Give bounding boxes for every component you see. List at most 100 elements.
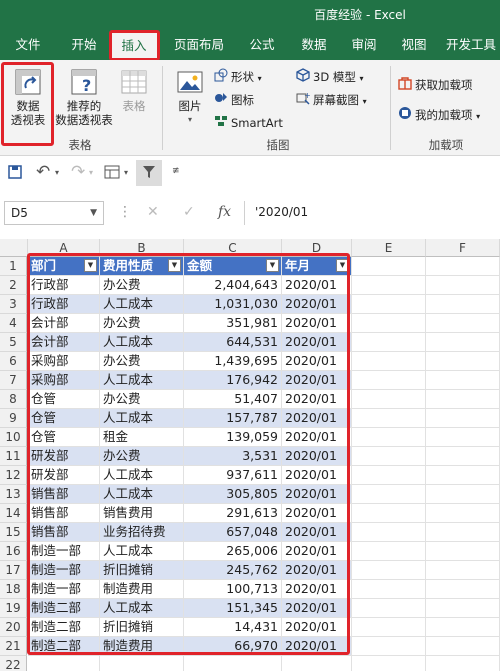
table-cell[interactable]: 采购部 bbox=[28, 352, 100, 371]
table-cell[interactable]: 制造二部 bbox=[28, 599, 100, 618]
enter-icon[interactable]: ✓ bbox=[183, 204, 195, 220]
tab-page-layout[interactable]: 页面布局 bbox=[168, 30, 230, 60]
table-cell[interactable]: 644,531 bbox=[184, 333, 282, 352]
table-header-cell[interactable]: 金额 ▼ bbox=[184, 257, 282, 276]
empty-cell[interactable] bbox=[352, 637, 426, 656]
filter-dropdown-icon[interactable]: ▼ bbox=[84, 259, 97, 272]
table-cell[interactable]: 行政部 bbox=[28, 276, 100, 295]
get-addins-button[interactable]: 获取加载项 bbox=[398, 76, 473, 94]
table-cell[interactable]: 制造二部 bbox=[28, 618, 100, 637]
table-cell[interactable]: 采购部 bbox=[28, 371, 100, 390]
tab-developer[interactable]: 开发工具 bbox=[442, 30, 500, 60]
empty-cell[interactable] bbox=[426, 656, 500, 671]
row-header[interactable]: 20 bbox=[0, 618, 27, 637]
shapes-button[interactable]: 形状 ▾ bbox=[214, 68, 262, 86]
empty-cell[interactable] bbox=[100, 656, 184, 671]
table-cell[interactable]: 人工成本 bbox=[100, 333, 184, 352]
table-header-cell[interactable]: 年月 ▼ bbox=[282, 257, 352, 276]
tab-data[interactable]: 数据 bbox=[292, 30, 336, 60]
empty-cell[interactable] bbox=[352, 428, 426, 447]
row-header[interactable]: 14 bbox=[0, 504, 27, 523]
empty-cell[interactable] bbox=[352, 333, 426, 352]
filter-dropdown-icon[interactable]: ▼ bbox=[168, 259, 181, 272]
empty-cell[interactable] bbox=[352, 447, 426, 466]
row-header[interactable]: 18 bbox=[0, 580, 27, 599]
empty-cell[interactable] bbox=[352, 295, 426, 314]
table-cell[interactable]: 折旧摊销 bbox=[100, 561, 184, 580]
table-cell[interactable]: 人工成本 bbox=[100, 371, 184, 390]
empty-cell[interactable] bbox=[426, 314, 500, 333]
icons-button[interactable]: 图标 bbox=[214, 91, 254, 109]
pivot-table-button[interactable]: 数据 透视表 bbox=[4, 68, 52, 127]
table-cell[interactable]: 研发部 bbox=[28, 466, 100, 485]
table-button[interactable]: 表格 bbox=[114, 68, 154, 113]
table-cell[interactable]: 销售部 bbox=[28, 485, 100, 504]
table-cell[interactable]: 办公费 bbox=[100, 314, 184, 333]
empty-cell[interactable] bbox=[28, 656, 100, 671]
table-cell[interactable]: 行政部 bbox=[28, 295, 100, 314]
table-cell[interactable]: 2020/01 bbox=[282, 314, 352, 333]
pictures-button[interactable]: 图片 ▾ bbox=[172, 68, 208, 127]
row-header[interactable]: 17 bbox=[0, 561, 27, 580]
row-header[interactable]: 22 bbox=[0, 656, 27, 671]
row-header[interactable]: 4 bbox=[0, 314, 27, 333]
table-cell[interactable]: 3,531 bbox=[184, 447, 282, 466]
filter-icon[interactable] bbox=[136, 160, 162, 186]
empty-cell[interactable] bbox=[352, 352, 426, 371]
row-header[interactable]: 5 bbox=[0, 333, 27, 352]
row-header[interactable]: 12 bbox=[0, 466, 27, 485]
column-header-c[interactable]: C bbox=[184, 239, 282, 257]
insert-function-icon[interactable]: fx bbox=[218, 204, 231, 220]
table-cell[interactable]: 制造二部 bbox=[28, 637, 100, 656]
table-cell[interactable]: 2020/01 bbox=[282, 523, 352, 542]
empty-cell[interactable] bbox=[426, 447, 500, 466]
table-cell[interactable]: 657,048 bbox=[184, 523, 282, 542]
table-cell[interactable]: 会计部 bbox=[28, 333, 100, 352]
table-cell[interactable]: 2020/01 bbox=[282, 637, 352, 656]
table-cell[interactable]: 人工成本 bbox=[100, 599, 184, 618]
empty-cell[interactable] bbox=[352, 523, 426, 542]
empty-cell[interactable] bbox=[426, 371, 500, 390]
table-cell[interactable]: 176,942 bbox=[184, 371, 282, 390]
table-cell[interactable]: 2020/01 bbox=[282, 333, 352, 352]
chevron-down-icon[interactable]: ▼ bbox=[90, 202, 97, 224]
table-cell[interactable]: 人工成本 bbox=[100, 485, 184, 504]
table-cell[interactable]: 157,787 bbox=[184, 409, 282, 428]
empty-cell[interactable] bbox=[184, 656, 282, 671]
table-cell[interactable]: 制造费用 bbox=[100, 637, 184, 656]
table-cell[interactable]: 2020/01 bbox=[282, 390, 352, 409]
redo-icon[interactable]: ↷ bbox=[71, 162, 85, 182]
smartart-button[interactable]: SmartArt bbox=[214, 114, 283, 132]
table-cell[interactable]: 139,059 bbox=[184, 428, 282, 447]
table-cell[interactable]: 2020/01 bbox=[282, 276, 352, 295]
table-cell[interactable]: 66,970 bbox=[184, 637, 282, 656]
column-header-b[interactable]: B bbox=[100, 239, 184, 257]
table-cell[interactable]: 1,439,695 bbox=[184, 352, 282, 371]
empty-cell[interactable] bbox=[352, 580, 426, 599]
table-cell[interactable]: 业务招待费 bbox=[100, 523, 184, 542]
row-header[interactable]: 13 bbox=[0, 485, 27, 504]
row-header[interactable]: 10 bbox=[0, 428, 27, 447]
table-cell[interactable]: 291,613 bbox=[184, 504, 282, 523]
table-cell[interactable]: 51,407 bbox=[184, 390, 282, 409]
row-header[interactable]: 16 bbox=[0, 542, 27, 561]
table-cell[interactable]: 2020/01 bbox=[282, 561, 352, 580]
table-cell[interactable]: 305,805 bbox=[184, 485, 282, 504]
table-cell[interactable]: 折旧摊销 bbox=[100, 618, 184, 637]
table-cell[interactable]: 仓管 bbox=[28, 390, 100, 409]
undo-caret-icon[interactable]: ▾ bbox=[55, 168, 59, 177]
table-cell[interactable]: 销售部 bbox=[28, 523, 100, 542]
empty-cell[interactable] bbox=[426, 618, 500, 637]
empty-cell[interactable] bbox=[352, 561, 426, 580]
row-header[interactable]: 1 bbox=[0, 257, 27, 276]
table-cell[interactable]: 2020/01 bbox=[282, 618, 352, 637]
empty-cell[interactable] bbox=[352, 618, 426, 637]
empty-cell[interactable] bbox=[426, 257, 500, 276]
empty-cell[interactable] bbox=[426, 504, 500, 523]
empty-cell[interactable] bbox=[426, 542, 500, 561]
form-caret-icon[interactable]: ▾ bbox=[124, 168, 128, 177]
recommended-pivot-button[interactable]: ? 推荐的 数据透视表 bbox=[54, 68, 114, 127]
table-cell[interactable]: 2020/01 bbox=[282, 371, 352, 390]
table-cell[interactable]: 1,031,030 bbox=[184, 295, 282, 314]
tab-review[interactable]: 审阅 bbox=[342, 30, 386, 60]
